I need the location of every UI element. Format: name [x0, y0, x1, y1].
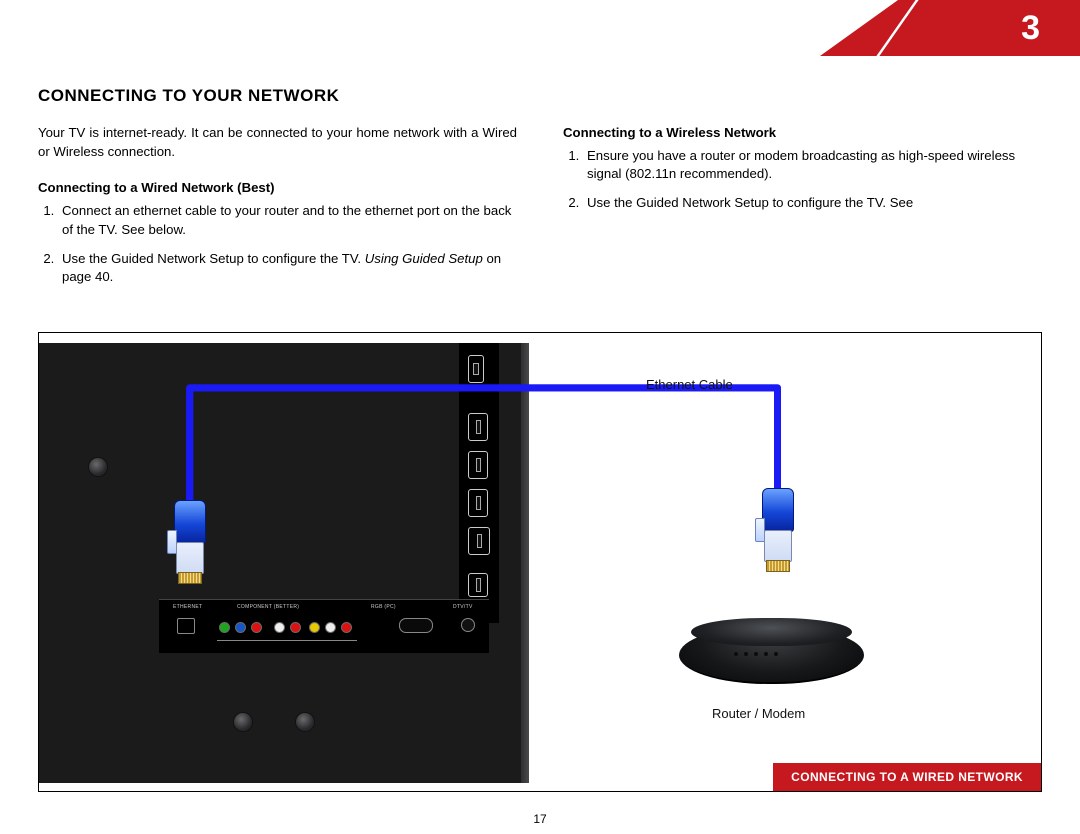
hdmi-port-icon	[468, 527, 490, 555]
rgb-label: RGB (PC)	[371, 604, 396, 610]
ethernet-label: ETHERNET	[173, 604, 202, 610]
wired-heading: Connecting to a Wired Network (Best)	[38, 179, 517, 198]
chapter-number: 3	[1021, 9, 1040, 48]
cable-label: Ethernet Cable	[646, 377, 733, 392]
screw-icon	[234, 713, 252, 731]
wired-step-1: Connect an ethernet cable to your router…	[58, 202, 517, 239]
jack-red-icon	[251, 622, 262, 633]
dtv-label: DTV/TV	[453, 604, 473, 610]
router-icon	[679, 618, 864, 684]
wired-step-2b: Using Guided Setup	[365, 251, 483, 266]
screw-icon	[296, 713, 314, 731]
wired-steps: Connect an ethernet cable to your router…	[38, 202, 517, 287]
line-icon	[217, 640, 357, 641]
column-left: Your TV is internet-ready. It can be con…	[38, 124, 517, 297]
screw-icon	[89, 458, 107, 476]
usb-port-icon	[468, 355, 484, 383]
jack-green-icon	[219, 622, 230, 633]
diagram-caption: CONNECTING TO A WIRED NETWORK	[773, 763, 1041, 791]
coax-port-icon	[461, 618, 475, 632]
vga-port-icon	[399, 618, 433, 633]
jack-yellow-icon	[309, 622, 320, 633]
hdmi-port-icon	[468, 451, 488, 479]
page-title: CONNECTING TO YOUR NETWORK	[38, 86, 1042, 106]
chapter-tab: 3	[820, 0, 1080, 56]
jack-blue-icon	[235, 622, 246, 633]
hdmi-port-icon	[468, 413, 488, 441]
jack-red-icon	[290, 622, 301, 633]
rj45-plug-router-icon	[757, 488, 799, 574]
rj45-plug-tv-icon	[169, 500, 211, 586]
wireless-step-1: Ensure you have a router or modem broadc…	[583, 147, 1042, 184]
wireless-step-2: Use the Guided Network Setup to configur…	[583, 194, 1042, 213]
bottom-port-strip: ETHERNET COMPONENT (BETTER) RGB (PC) DTV…	[159, 599, 489, 653]
page-number: 17	[533, 812, 546, 826]
tv-back-panel: ETHERNET COMPONENT (BETTER) RGB (PC) DTV…	[39, 343, 529, 783]
jack-red-icon	[341, 622, 352, 633]
ethernet-port-icon	[177, 618, 195, 634]
column-right: Connecting to a Wireless Network Ensure …	[563, 124, 1042, 297]
audio-port-icon	[468, 573, 488, 597]
wired-step-2: Use the Guided Network Setup to configur…	[58, 250, 517, 287]
side-port-strip	[459, 343, 499, 623]
jack-white-icon	[274, 622, 285, 633]
hdmi-port-icon	[468, 489, 488, 517]
intro-text: Your TV is internet-ready. It can be con…	[38, 124, 517, 161]
router-label: Router / Modem	[712, 706, 805, 721]
wireless-heading: Connecting to a Wireless Network	[563, 124, 1042, 143]
component-label: COMPONENT (BETTER)	[237, 604, 299, 610]
wireless-steps: Ensure you have a router or modem broadc…	[563, 147, 1042, 213]
jack-white-icon	[325, 622, 336, 633]
wired-step-2a: Use the Guided Network Setup to configur…	[62, 251, 365, 266]
page-content: CONNECTING TO YOUR NETWORK Your TV is in…	[38, 86, 1042, 297]
connection-diagram: ETHERNET COMPONENT (BETTER) RGB (PC) DTV…	[38, 332, 1042, 792]
